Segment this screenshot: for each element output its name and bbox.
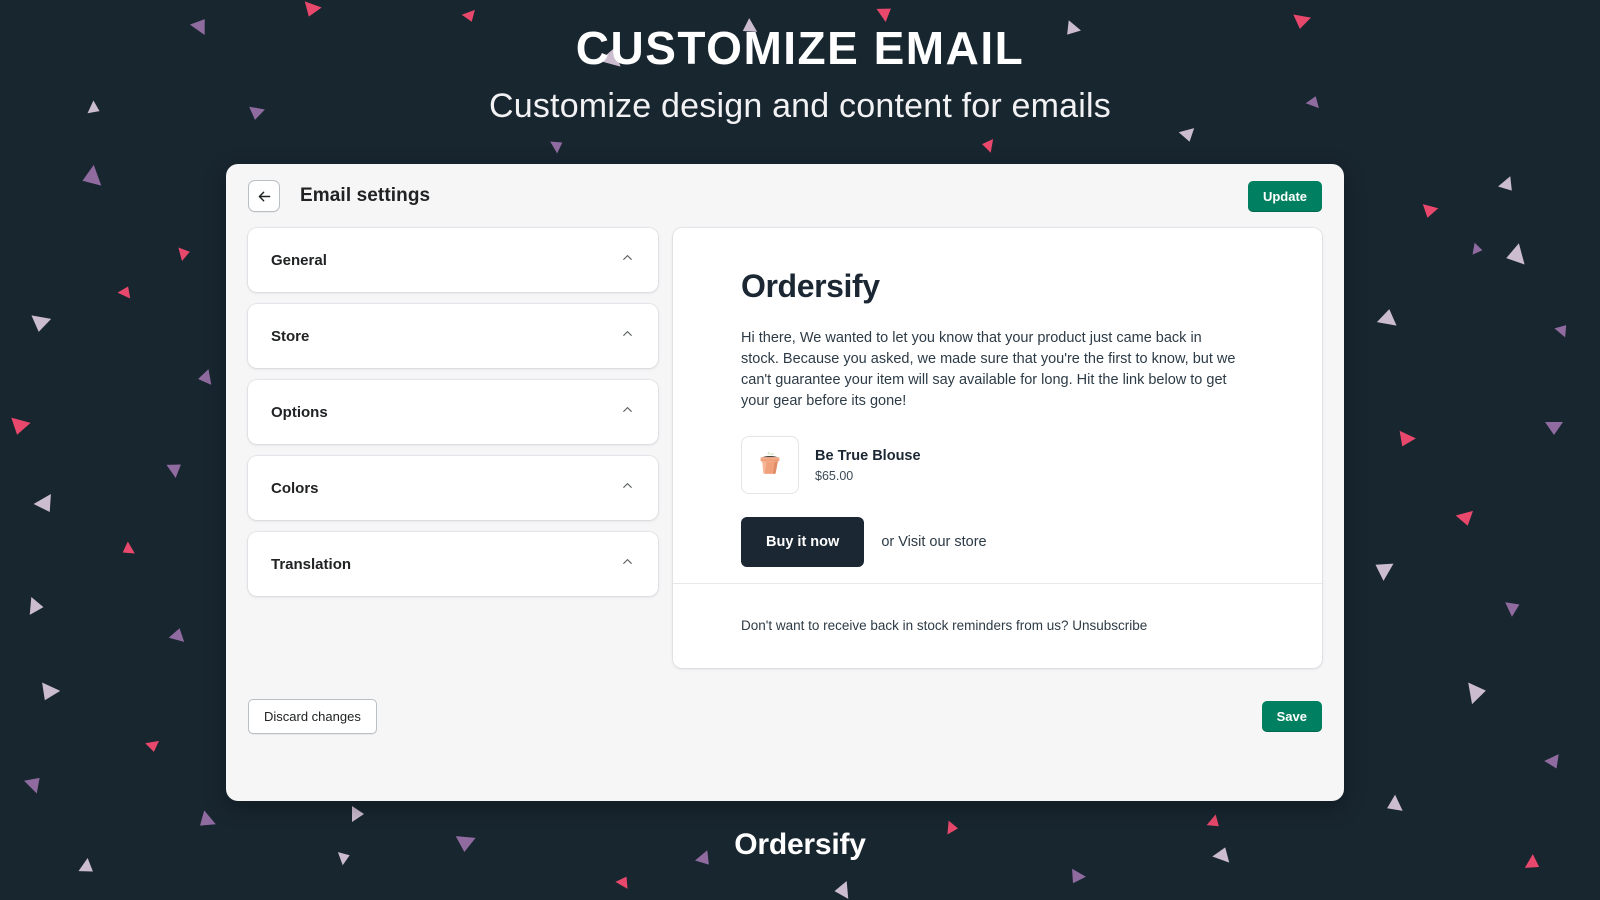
confetti-triangle	[28, 315, 52, 334]
confetti-triangle	[550, 136, 566, 154]
accordion-label: Store	[271, 327, 310, 345]
confetti-triangle	[352, 806, 364, 822]
confetti-triangle	[1468, 679, 1488, 705]
app-footer-actions: Discard changes Save	[226, 676, 1344, 734]
confetti-triangle	[1545, 422, 1563, 435]
chevron-up-icon	[620, 478, 635, 498]
confetti-triangle	[1455, 510, 1477, 529]
app-header: Email settings Update	[226, 164, 1344, 228]
unsubscribe-text[interactable]: Don't want to receive back in stock remi…	[741, 618, 1147, 633]
confetti-triangle	[980, 137, 994, 153]
accordion-item-options[interactable]: Options	[248, 380, 658, 444]
confetti-triangle	[1554, 320, 1572, 338]
confetti-triangle	[833, 880, 849, 900]
accordion-item-general[interactable]: General	[248, 228, 658, 292]
accordion-item-translation[interactable]: Translation	[248, 532, 658, 596]
hero-subtitle: Customize design and content for emails	[488, 86, 1111, 125]
confetti-triangle	[145, 740, 161, 754]
confetti-triangle	[35, 682, 61, 705]
confetti-triangle	[119, 541, 135, 559]
chevron-up-icon	[620, 326, 635, 346]
save-button[interactable]: Save	[1261, 701, 1322, 732]
confetti-triangle	[1394, 430, 1416, 451]
confetti-triangle	[1370, 556, 1394, 581]
confetti-triangle	[1383, 794, 1403, 817]
confetti-triangle	[196, 369, 212, 387]
hero-title: CUSTOMIZE EMAIL	[575, 22, 1025, 74]
confetti-triangle	[29, 596, 45, 617]
confetti-triangle	[166, 458, 186, 478]
product-name: Be True Blouse	[815, 447, 921, 464]
email-body-text: Hi there, We wanted to let you know that…	[741, 330, 1236, 409]
email-preview-footer: Don't want to receive back in stock remi…	[673, 583, 1322, 668]
app-body: General Store Options Colors Translation…	[226, 228, 1344, 676]
cta-row: Buy it now or Visit our store	[741, 517, 1322, 567]
accordion-item-store[interactable]: Store	[248, 304, 658, 368]
back-button[interactable]	[248, 180, 280, 212]
confetti-triangle	[178, 244, 192, 262]
confetti-triangle	[78, 164, 102, 192]
confetti-triangle	[7, 417, 31, 438]
confetti-triangle	[1419, 204, 1439, 220]
accordion-label: Translation	[271, 555, 352, 573]
footer-brand: Ordersify	[734, 828, 866, 861]
confetti-triangle	[33, 494, 59, 517]
confetti-triangle	[1498, 176, 1518, 196]
accordion-label: Options	[271, 403, 328, 421]
confetti-triangle	[117, 283, 135, 299]
product-row: Be True Blouse $65.00	[741, 436, 1322, 494]
confetti-triangle	[168, 626, 188, 642]
confetti-triangle	[615, 873, 633, 889]
email-brand-heading: Ordersify	[741, 268, 880, 304]
buy-it-now-button[interactable]: Buy it now	[741, 517, 865, 567]
chevron-up-icon	[620, 402, 635, 422]
hero-section: CUSTOMIZE EMAIL Customize design and con…	[0, 0, 1600, 126]
chevron-up-icon	[620, 554, 635, 574]
email-preview-body: Ordersify Hi there, We wanted to let you…	[673, 228, 1322, 583]
visit-store-link[interactable]: or Visit our store	[881, 534, 986, 550]
chevron-up-icon	[620, 250, 635, 270]
product-info: Be True Blouse $65.00	[815, 448, 921, 483]
arrow-left-icon	[256, 188, 273, 205]
confetti-triangle	[1178, 128, 1198, 144]
discard-changes-button[interactable]: Discard changes	[248, 699, 377, 734]
update-button[interactable]: Update	[1247, 180, 1322, 212]
email-settings-card: Email settings Update General Store Opti…	[226, 164, 1344, 801]
accordion-label: Colors	[271, 479, 319, 497]
email-preview-panel: Ordersify Hi there, We wanted to let you…	[673, 228, 1322, 668]
confetti-triangle	[1376, 307, 1400, 326]
accordion-item-colors[interactable]: Colors	[248, 456, 658, 520]
confetti-triangle	[24, 771, 46, 794]
page-title: Email settings	[300, 185, 431, 206]
plant-pot-image	[749, 442, 791, 489]
confetti-triangle	[1505, 597, 1523, 617]
product-price: $65.00	[815, 468, 854, 483]
confetti-triangle	[1472, 242, 1484, 257]
confetti-triangle	[1066, 868, 1086, 888]
settings-accordion-list: General Store Options Colors Translation	[248, 228, 658, 676]
confetti-triangle	[1544, 754, 1564, 772]
confetti-triangle	[1503, 243, 1525, 269]
product-thumbnail	[741, 436, 799, 494]
accordion-label: General	[271, 251, 327, 269]
